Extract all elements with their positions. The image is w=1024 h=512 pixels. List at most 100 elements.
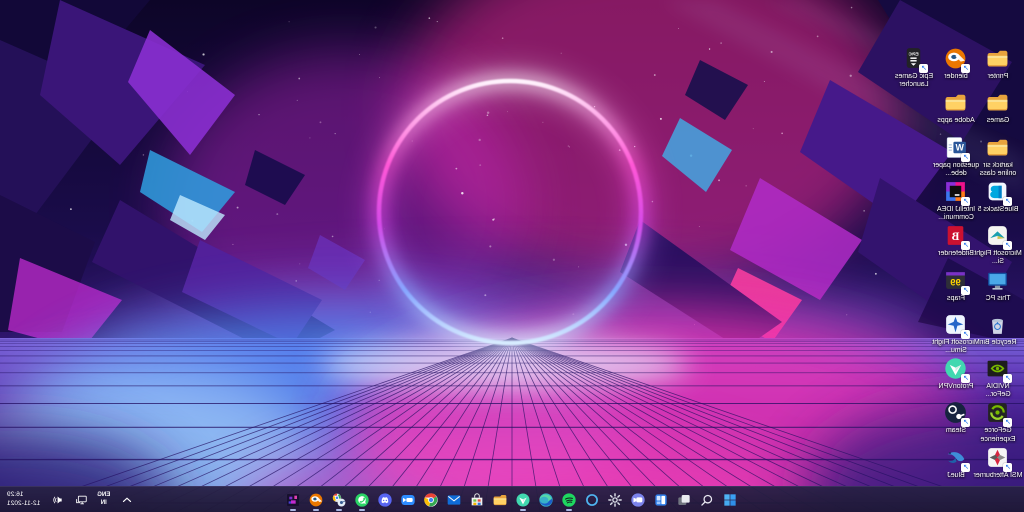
desktop-icon-fraps[interactable]: 99↗Fraps xyxy=(932,268,980,303)
desktop-icon-intellij-idea-communi[interactable]: ↗IntelliJ IDEA Communi... xyxy=(932,179,980,223)
desktop-icon-games[interactable]: Games xyxy=(974,90,1022,125)
recyclebin-icon xyxy=(986,312,1011,337)
desktop-icon-adobe-apps[interactable]: Adobe apps xyxy=(932,90,980,125)
desktop-icon-protonvpn[interactable]: ↗ProtonVPN xyxy=(932,356,980,391)
desktop-icon-question-paper-debe[interactable]: W↗question paper debe... xyxy=(932,135,980,179)
bluej-icon: ↗ xyxy=(944,445,969,470)
shortcut-arrow-icon: ↗ xyxy=(962,330,971,339)
language-line2: IN xyxy=(101,500,107,508)
folder-icon xyxy=(986,135,1011,160)
widgets-icon xyxy=(653,492,669,508)
desktop-icon-label: Epic Games Launcher xyxy=(889,73,939,90)
search-icon xyxy=(699,492,715,508)
desktop-icon-blender[interactable]: ↗blender xyxy=(932,46,980,81)
thispc-icon xyxy=(986,268,1011,293)
bluestacks-icon: ↗ xyxy=(986,179,1011,204)
word-icon: W↗ xyxy=(944,135,969,160)
shortcut-arrow-icon: ↗ xyxy=(1004,418,1013,427)
taskbar-item-discord[interactable] xyxy=(377,487,393,512)
desktop-icon-nvidia-gefor[interactable]: ↗NVIDIA GeFor... xyxy=(974,356,1022,400)
desktop-icon-label: Microsoft Flight Simu... xyxy=(931,339,981,356)
svg-text:W: W xyxy=(955,142,964,152)
network-icon[interactable] xyxy=(73,492,88,507)
taskbar-item-start[interactable] xyxy=(722,487,738,512)
svg-text:EPIC: EPIC xyxy=(908,51,919,56)
geforce-icon: ↗ xyxy=(986,400,1011,425)
desktop-icon-microsoft-flight-si[interactable]: ↗Microsoft Flight Si... xyxy=(974,223,1022,267)
shortcut-arrow-icon: ↗ xyxy=(1004,374,1013,383)
blender-icon: ↗ xyxy=(944,46,969,71)
blender-icon xyxy=(308,492,324,508)
taskbar-item-blender[interactable] xyxy=(308,487,324,512)
taskbar-item-whatsapp[interactable] xyxy=(354,487,370,512)
desktop-icon-msi-afterburner[interactable]: ↗MSI Afterburner xyxy=(974,445,1022,480)
clock-time: 16:29 xyxy=(7,491,24,500)
taskbar-item-search[interactable] xyxy=(699,487,715,512)
taskbar-item-cortana[interactable] xyxy=(584,487,600,512)
taskbar-item-protonvpn[interactable] xyxy=(515,487,531,512)
desktop-icon-label: Fraps xyxy=(931,295,981,303)
taskbar-item-zoom[interactable] xyxy=(400,487,416,512)
desktop-icon-epic-games-launcher[interactable]: EPIC ↗Epic Games Launcher xyxy=(890,46,938,90)
volume-icon[interactable] xyxy=(49,492,64,507)
folder-icon xyxy=(944,90,969,115)
language-indicator[interactable]: ENG IN xyxy=(97,492,110,507)
language-line1: ENG xyxy=(97,492,110,500)
plane-icon: ↗ xyxy=(944,312,969,337)
taskbar-item-mail[interactable] xyxy=(446,487,462,512)
desktop-icon-label: question paper debe... xyxy=(931,162,981,179)
svg-text:99: 99 xyxy=(951,277,961,287)
spotify-icon xyxy=(561,492,577,508)
taskbar-item-steam[interactable] xyxy=(331,487,347,512)
taskbar-item-task-view[interactable] xyxy=(676,487,692,512)
taskbar-item-chrome[interactable] xyxy=(423,487,439,512)
msi-icon: ↗ xyxy=(986,445,1011,470)
hidden-icons-chevron-icon[interactable] xyxy=(119,492,134,507)
desktop-icon-kartick-sir-online-class[interactable]: kartick sir online class xyxy=(974,135,1022,179)
shortcut-arrow-icon: ↗ xyxy=(962,241,971,250)
desktop-icon-bitdefender[interactable]: B↗Bitdefender xyxy=(932,223,980,258)
steam-icon xyxy=(331,492,347,508)
desktop-icon-this-pc[interactable]: This PC xyxy=(974,268,1022,303)
start-icon xyxy=(722,492,738,508)
shortcut-arrow-icon: ↗ xyxy=(962,153,971,162)
screen: PrinterGameskartick sir online class↗Blu… xyxy=(0,0,1024,512)
shortcut-arrow-icon: ↗ xyxy=(920,64,929,73)
chrome-icon xyxy=(423,492,439,508)
clock-date: 12-11-2021 xyxy=(7,500,40,509)
taskbar-item-pixel-game[interactable] xyxy=(285,487,301,512)
flightsim-icon: ↗ xyxy=(986,223,1011,248)
protonvpn-icon xyxy=(515,492,531,508)
desktop-icon-geforce-experience[interactable]: ↗GeForce Experience xyxy=(974,400,1022,444)
folder-icon xyxy=(986,90,1011,115)
desktop-icon-bluestacks-5[interactable]: ↗BlueStacks 5 xyxy=(974,179,1022,214)
mail-icon xyxy=(446,492,462,508)
steamclassic-icon: ↗ xyxy=(944,400,969,425)
pixel-game-icon xyxy=(285,492,301,508)
taskbar-item-file-explorer[interactable] xyxy=(492,487,508,512)
task-view-icon xyxy=(676,492,692,508)
desktop-icon-label: Adobe apps xyxy=(931,117,981,125)
taskbar-item-settings[interactable] xyxy=(607,487,623,512)
taskbar-clock[interactable]: 16:29 12-11-2021 xyxy=(3,491,40,509)
desktop-icon-microsoft-flight-simu[interactable]: ↗Microsoft Flight Simu... xyxy=(932,312,980,356)
taskbar-item-spotify[interactable] xyxy=(561,487,577,512)
whatsapp-icon xyxy=(354,492,370,508)
shortcut-arrow-icon: ↗ xyxy=(962,64,971,73)
desktop-icon-bluej[interactable]: ↗BlueJ xyxy=(932,445,980,480)
shortcut-arrow-icon: ↗ xyxy=(962,286,971,295)
taskbar-item-widgets[interactable] xyxy=(653,487,669,512)
desktop-icon-steam[interactable]: ↗Steam xyxy=(932,400,980,435)
epic-icon: EPIC ↗ xyxy=(902,46,927,71)
taskbar-item-chat[interactable] xyxy=(630,487,646,512)
taskbar-item-microsoft-store[interactable] xyxy=(469,487,485,512)
taskbar-item-edge[interactable] xyxy=(538,487,554,512)
desktop-icon-label: IntelliJ IDEA Communi... xyxy=(931,206,981,223)
desktop-icon-recycle-bin[interactable]: Recycle Bin xyxy=(974,312,1022,347)
protonvpn-icon: ↗ xyxy=(944,356,969,381)
taskbar-pinned-apps xyxy=(285,487,738,512)
microsoft-store-icon xyxy=(469,492,485,508)
shortcut-arrow-icon: ↗ xyxy=(962,463,971,472)
shortcut-arrow-icon: ↗ xyxy=(962,197,971,206)
desktop-icon-printer[interactable]: Printer xyxy=(974,46,1022,81)
